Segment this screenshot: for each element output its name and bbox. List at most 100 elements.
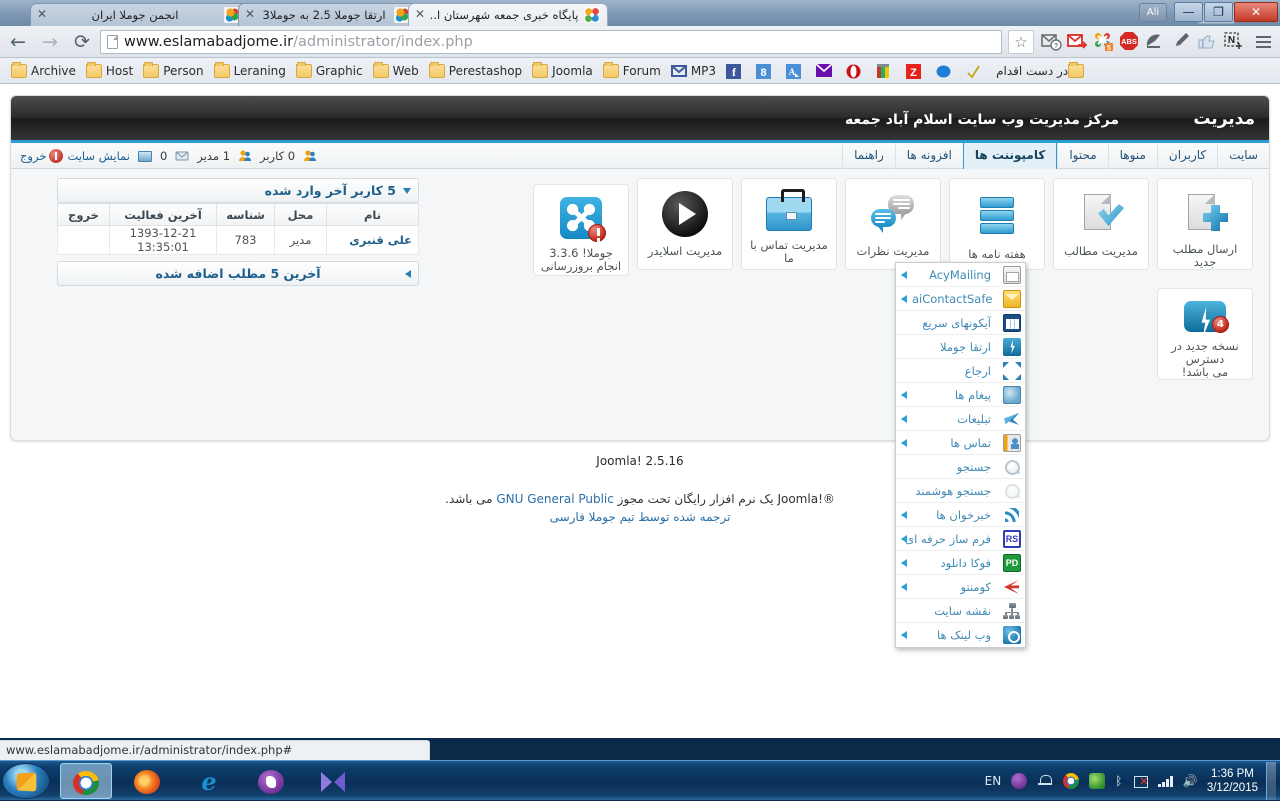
- dropdown-item-joomla-update[interactable]: ارتقا جوملا: [896, 335, 1025, 359]
- dropdown-item-quick-icons[interactable]: آیکونهای سریع: [896, 311, 1025, 335]
- quick-icon-extension-update[interactable]: 4 نسخه جدید در دسترس می باشد!: [1157, 288, 1253, 380]
- bookmark-facebook[interactable]: f: [721, 60, 751, 82]
- dropdown-item-rsform[interactable]: RS فرم ساز حرفه ای: [896, 527, 1025, 551]
- bookmark-google[interactable]: 8: [751, 60, 781, 82]
- user-profile-chip[interactable]: Ali: [1139, 2, 1167, 22]
- bookmark-paint[interactable]: [871, 60, 901, 82]
- thumbs-up-icon[interactable]: [1195, 30, 1219, 54]
- start-button[interactable]: [2, 763, 50, 799]
- chrome-menu-icon[interactable]: [1250, 29, 1276, 55]
- bookmark-web[interactable]: Web: [368, 60, 424, 82]
- dropdown-item-aicontactsafe[interactable]: aiContactSafe: [896, 287, 1025, 311]
- dropdown-item-smart-search[interactable]: جستجو هوشمند: [896, 479, 1025, 503]
- restore-button[interactable]: ❐: [1204, 2, 1233, 22]
- bluetooth-icon[interactable]: ᛒ: [1115, 773, 1122, 789]
- last-users-module-header[interactable]: 5 کاربر آخر وارد شده: [57, 178, 419, 203]
- tab-close-icon[interactable]: ✕: [413, 8, 427, 22]
- adblock-icon[interactable]: ABS: [1117, 30, 1141, 54]
- forward-icon[interactable]: →: [36, 28, 64, 56]
- reload-icon[interactable]: ⟳: [68, 28, 96, 56]
- preview-site-link[interactable]: نمایش سایت: [67, 149, 130, 163]
- cell-name[interactable]: علی قنبری: [326, 225, 419, 255]
- update-tray-icon[interactable]: [1089, 773, 1106, 789]
- dropdown-item-redirect[interactable]: ارجاع: [896, 359, 1025, 383]
- notification-bell-icon[interactable]: [1037, 773, 1053, 789]
- bookmark-mp3[interactable]: MP3: [666, 60, 721, 82]
- dropdown-item-sitemap[interactable]: نقشه سایت: [896, 599, 1025, 623]
- browser-tab-3[interactable]: پایگاه خبری جمعه شهرستان ا.. ✕: [408, 3, 608, 26]
- minimize-button[interactable]: —: [1174, 2, 1203, 22]
- bookmark-archive[interactable]: Archive: [6, 60, 81, 82]
- network-disconnected-icon[interactable]: [1132, 773, 1149, 789]
- bookmark-perestashop[interactable]: Perestashop: [424, 60, 527, 82]
- bookmark-blue-dot[interactable]: [931, 60, 961, 82]
- browser-tab-2[interactable]: ارتقا جوملا 2.5 به جوملا3 ✕: [238, 3, 418, 26]
- dropdown-item-messages[interactable]: پیغام ها: [896, 383, 1025, 407]
- back-icon[interactable]: ←: [4, 28, 32, 56]
- last-articles-module-header[interactable]: آخرین 5 مطلب اضافه شده: [57, 261, 419, 286]
- evernote-icon[interactable]: N: [1221, 30, 1245, 54]
- tab-close-icon[interactable]: ✕: [35, 8, 49, 22]
- envelope-icon: [1003, 290, 1021, 308]
- dropdown-item-newsfeeds[interactable]: خبرخوان ها: [896, 503, 1025, 527]
- dropdown-item-komento[interactable]: کومنتو: [896, 575, 1025, 599]
- quick-icon-contacts[interactable]: مدیریت تماس با ما: [741, 178, 837, 270]
- close-button[interactable]: ✕: [1234, 2, 1278, 22]
- bookmark-graphic[interactable]: Graphic: [291, 60, 368, 82]
- dropdown-item-search[interactable]: جستجو: [896, 455, 1025, 479]
- quick-icon-slider[interactable]: مدیریت اسلایدر: [637, 178, 733, 270]
- viber-tray-icon[interactable]: [1011, 773, 1028, 789]
- license-link[interactable]: GNU General Public: [496, 492, 614, 506]
- bookmark-opera[interactable]: [841, 60, 871, 82]
- taskbar-item-internet-explorer[interactable]: e: [184, 763, 236, 799]
- show-desktop-button[interactable]: [1266, 762, 1276, 800]
- taskbar-item-viber[interactable]: [246, 763, 298, 799]
- quick-icon-article-manager[interactable]: مدیریت مطالب: [1053, 178, 1149, 270]
- bookmark-leraning[interactable]: Leraning: [209, 60, 291, 82]
- joomla-extension-icon[interactable]: 5: [1091, 30, 1115, 54]
- bookmark-star-icon[interactable]: ☆: [1008, 29, 1034, 54]
- satellite-icon[interactable]: [1143, 30, 1167, 54]
- quick-icon-newsletter[interactable]: هفته نامه ها: [949, 178, 1045, 270]
- volume-icon[interactable]: 🔊: [1183, 773, 1198, 789]
- menu-item-menus[interactable]: منوها: [1107, 143, 1157, 169]
- bookmark-host[interactable]: Host: [81, 60, 138, 82]
- bookmark-forum[interactable]: Forum: [598, 60, 666, 82]
- quick-icon-comments[interactable]: مدیریت نظرات: [845, 178, 941, 270]
- dropdown-item-weblinks[interactable]: وب لینک ها: [896, 623, 1025, 647]
- bookmark-mail[interactable]: [811, 60, 841, 82]
- bookmark-zoomit[interactable]: Z: [901, 60, 931, 82]
- dropdown-item-phocadownload[interactable]: PD فوکا دانلود: [896, 551, 1025, 575]
- tab-close-icon[interactable]: ✕: [243, 8, 257, 22]
- bookmark-checkmark[interactable]: [961, 60, 991, 82]
- bookmark-translate[interactable]: A: [781, 60, 811, 82]
- dropdown-item-contacts[interactable]: تماس ها: [896, 431, 1025, 455]
- browser-tab-1[interactable]: انجمن جوملا ایران ✕: [30, 3, 248, 26]
- address-bar[interactable]: www.eslamabadjome.ir/administrator/index…: [100, 29, 1002, 54]
- bookmark-joomla[interactable]: Joomla: [527, 60, 598, 82]
- bookmark-dardast-eqdam[interactable]: در دست اقدام: [991, 60, 1093, 82]
- taskbar-item-chrome[interactable]: [60, 763, 112, 799]
- logout-link[interactable]: خروج: [20, 149, 46, 163]
- taskbar-item-firefox[interactable]: [122, 763, 174, 799]
- language-indicator[interactable]: EN: [985, 774, 1002, 788]
- menu-item-users[interactable]: کاربران: [1156, 143, 1217, 169]
- quick-icon-new-article[interactable]: ارسال مطلب جدید: [1157, 178, 1253, 270]
- menu-item-components[interactable]: کامپوننت ها: [962, 143, 1058, 169]
- gmail-icon[interactable]: [1065, 30, 1089, 54]
- bookmark-person[interactable]: Person: [138, 60, 208, 82]
- menu-item-content[interactable]: محتوا: [1057, 143, 1107, 169]
- dropdown-item-acymailing[interactable]: AcyMailing: [896, 263, 1025, 287]
- dropdown-item-banners[interactable]: تبلیغات: [896, 407, 1025, 431]
- clock[interactable]: 1:36 PM 3/12/2015: [1207, 767, 1258, 795]
- menu-item-help[interactable]: راهنما: [842, 143, 895, 169]
- eyedropper-icon[interactable]: [1169, 30, 1193, 54]
- gmail-checker-icon[interactable]: ?: [1039, 30, 1063, 54]
- menu-item-site[interactable]: سایت: [1217, 143, 1269, 169]
- chrome-tray-icon[interactable]: [1063, 773, 1080, 789]
- taskbar-item-bow[interactable]: [308, 763, 360, 799]
- menu-item-extensions[interactable]: افزونه ها: [894, 143, 963, 169]
- quick-icon-joomla-update[interactable]: جوملا! 3.3.6 انجام بروزرسانی: [533, 184, 629, 276]
- cell-logout[interactable]: [57, 225, 110, 255]
- signal-strength-icon[interactable]: [1158, 775, 1173, 787]
